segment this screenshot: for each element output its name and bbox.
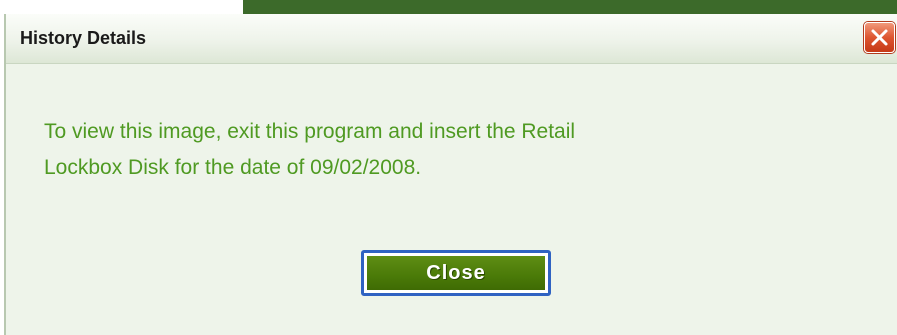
close-button-label: Close <box>367 256 545 290</box>
window-close-button[interactable] <box>864 22 895 53</box>
close-button[interactable]: Close <box>361 250 551 296</box>
dialog-message: To view this image, exit this program an… <box>44 120 576 179</box>
history-details-dialog: History Details To view this image, exit… <box>4 14 897 335</box>
background-window-header <box>243 0 897 14</box>
close-x-icon <box>871 29 888 46</box>
dialog-title: History Details <box>20 28 147 48</box>
dialog-titlebar: History Details <box>6 14 897 64</box>
